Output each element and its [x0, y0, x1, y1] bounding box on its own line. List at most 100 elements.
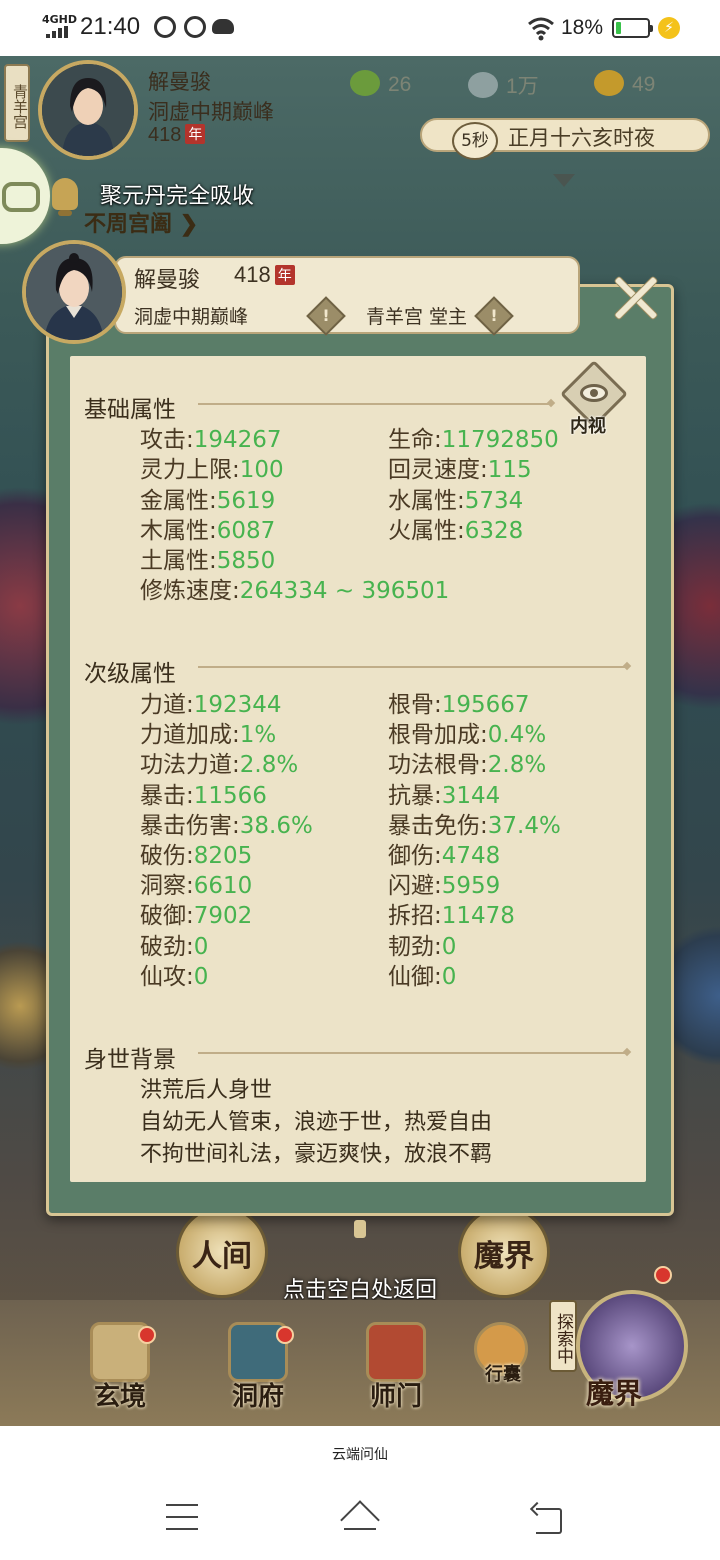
inner-view-button[interactable]: 内视	[560, 360, 628, 437]
top-hud: 青羊宫 解曼骏 洞虚中期巅峰 418 年 26 1万 49 5秒 正月十六亥时夜	[0, 56, 720, 160]
section-title-secondary: 次级属性	[84, 661, 176, 687]
muscle-icon	[594, 70, 624, 96]
stat-value: 5619	[216, 487, 276, 514]
profile-age: 418 年	[234, 262, 295, 288]
stat-item: 修炼速度:264334 ~ 396501	[140, 571, 449, 605]
stat-value: 0.4%	[487, 722, 547, 749]
stat-item: 根骨:195667	[388, 685, 530, 719]
stat-item: 韧劲:0	[388, 927, 456, 961]
stat-label: 金属性:	[140, 487, 217, 514]
nav-xingnang[interactable]: 行囊	[458, 1316, 548, 1416]
year-badge: 年	[185, 124, 206, 144]
stat-item: 力道加成:1%	[140, 715, 276, 749]
stat-item: 仙御:0	[388, 957, 456, 991]
stat-item: 破劲:0	[140, 927, 208, 961]
stat-label: 土属性:	[140, 548, 217, 574]
stat-value: 6610	[193, 873, 253, 900]
background-line: 不拘世间礼法，豪迈爽快，放浪不羁	[140, 1142, 493, 1167]
stat-item: 功法根骨:2.8%	[388, 745, 546, 779]
stat-label: 火属性:	[388, 518, 465, 545]
signal-icon	[46, 26, 72, 38]
coin-icon	[468, 72, 498, 98]
stat-value: 37.4%	[487, 812, 561, 839]
stat-item: 火属性:6328	[388, 511, 523, 545]
network-type: 4GHD	[42, 13, 78, 26]
divider	[198, 1052, 626, 1054]
divider	[198, 403, 550, 405]
notification-icon	[184, 16, 206, 38]
menu-icon[interactable]	[162, 1498, 202, 1538]
close-icon[interactable]	[606, 268, 664, 326]
stat-label: 生命:	[388, 427, 442, 453]
stat-label: 攻击:	[140, 427, 194, 453]
stat-item: 仙攻:0	[140, 957, 208, 991]
stat-value: 115	[487, 457, 532, 484]
notification-dot	[138, 1326, 156, 1344]
scroll-handle[interactable]	[354, 1220, 366, 1238]
stat-label: 御伤:	[388, 843, 442, 869]
home-icon[interactable]	[340, 1498, 380, 1538]
back-icon[interactable]	[528, 1498, 568, 1538]
stat-value: 194267	[193, 427, 282, 453]
stat-value: 11478	[441, 903, 515, 930]
battery-percent: 18%	[561, 16, 604, 39]
stat-value: 4748	[441, 843, 501, 869]
sect-tag[interactable]: 青羊宫	[4, 64, 30, 142]
stat-item: 破御:7902	[140, 896, 252, 930]
stat-item: 金属性:5619	[140, 481, 275, 515]
eye-icon	[580, 384, 608, 402]
player-name: 解曼骏	[148, 70, 211, 94]
resource-strength[interactable]: 49	[594, 70, 655, 97]
notification-dot	[276, 1326, 294, 1344]
stat-item: 土属性:5850	[140, 541, 275, 575]
stat-value: 0	[441, 933, 457, 960]
stat-item: 御伤:4748	[388, 836, 500, 870]
stat-label: 修炼速度:	[140, 578, 240, 605]
clock: 21:40	[80, 13, 141, 40]
resource-spirit-stone[interactable]: 26	[350, 70, 411, 97]
battery-icon	[612, 18, 653, 38]
stat-label: 韧劲:	[388, 933, 442, 960]
gamepad-icon[interactable]	[0, 148, 50, 244]
stat-label: 拆招:	[388, 903, 442, 930]
stat-value: 0	[193, 963, 209, 990]
app-title: 云端问仙	[332, 1447, 388, 1463]
notification-text: 聚元丹完全吸收	[100, 184, 255, 209]
background-line: 自幼无人管束，浪迹于世，热爱自由	[140, 1110, 493, 1135]
stat-item: 根骨加成:0.4%	[388, 715, 546, 749]
stat-value: 1%	[239, 722, 277, 749]
dropdown-arrow-icon[interactable]	[553, 174, 575, 187]
stat-item: 抗暴:3144	[388, 776, 500, 810]
stat-item: 洞察:6610	[140, 866, 252, 900]
stat-value: 100	[239, 457, 284, 484]
stat-value: 8205	[193, 843, 253, 869]
stat-value: 195667	[441, 692, 530, 718]
stat-label: 力道加成:	[140, 722, 240, 749]
stat-value: 5959	[441, 873, 501, 900]
stat-item: 力道:192344	[140, 685, 282, 719]
player-realm: 洞虚中期巅峰	[148, 100, 274, 124]
stat-item: 暴击:11566	[140, 776, 267, 810]
notification-dot	[654, 1266, 672, 1284]
stat-item: 暴击伤害:38.6%	[140, 806, 313, 840]
stat-label: 破劲:	[140, 933, 194, 960]
nav-shimen[interactable]: 师门	[346, 1316, 446, 1416]
stat-value: 11566	[193, 782, 267, 809]
profile-avatar	[22, 240, 126, 344]
location-link[interactable]: 不周宫阖 ❯	[84, 206, 198, 238]
stat-label: 根骨加成:	[388, 722, 488, 749]
stat-value: 38.6%	[239, 812, 313, 839]
stat-value: 5850	[216, 548, 276, 574]
stat-item: 回灵速度:115	[388, 450, 532, 484]
background-line: 洪荒后人身世	[140, 1078, 273, 1103]
stat-item: 生命:11792850	[388, 420, 559, 454]
stat-item: 攻击:194267	[140, 420, 282, 454]
resource-coins[interactable]: 1万	[468, 70, 539, 100]
stat-label: 暴击伤害:	[140, 812, 240, 839]
stat-label: 功法力道:	[140, 752, 240, 779]
stat-label: 仙攻:	[140, 963, 194, 990]
stat-value: 192344	[193, 692, 282, 718]
player-avatar[interactable]	[38, 60, 138, 160]
inner-view-label: 内视	[570, 416, 606, 437]
stat-label: 水属性:	[388, 487, 465, 514]
